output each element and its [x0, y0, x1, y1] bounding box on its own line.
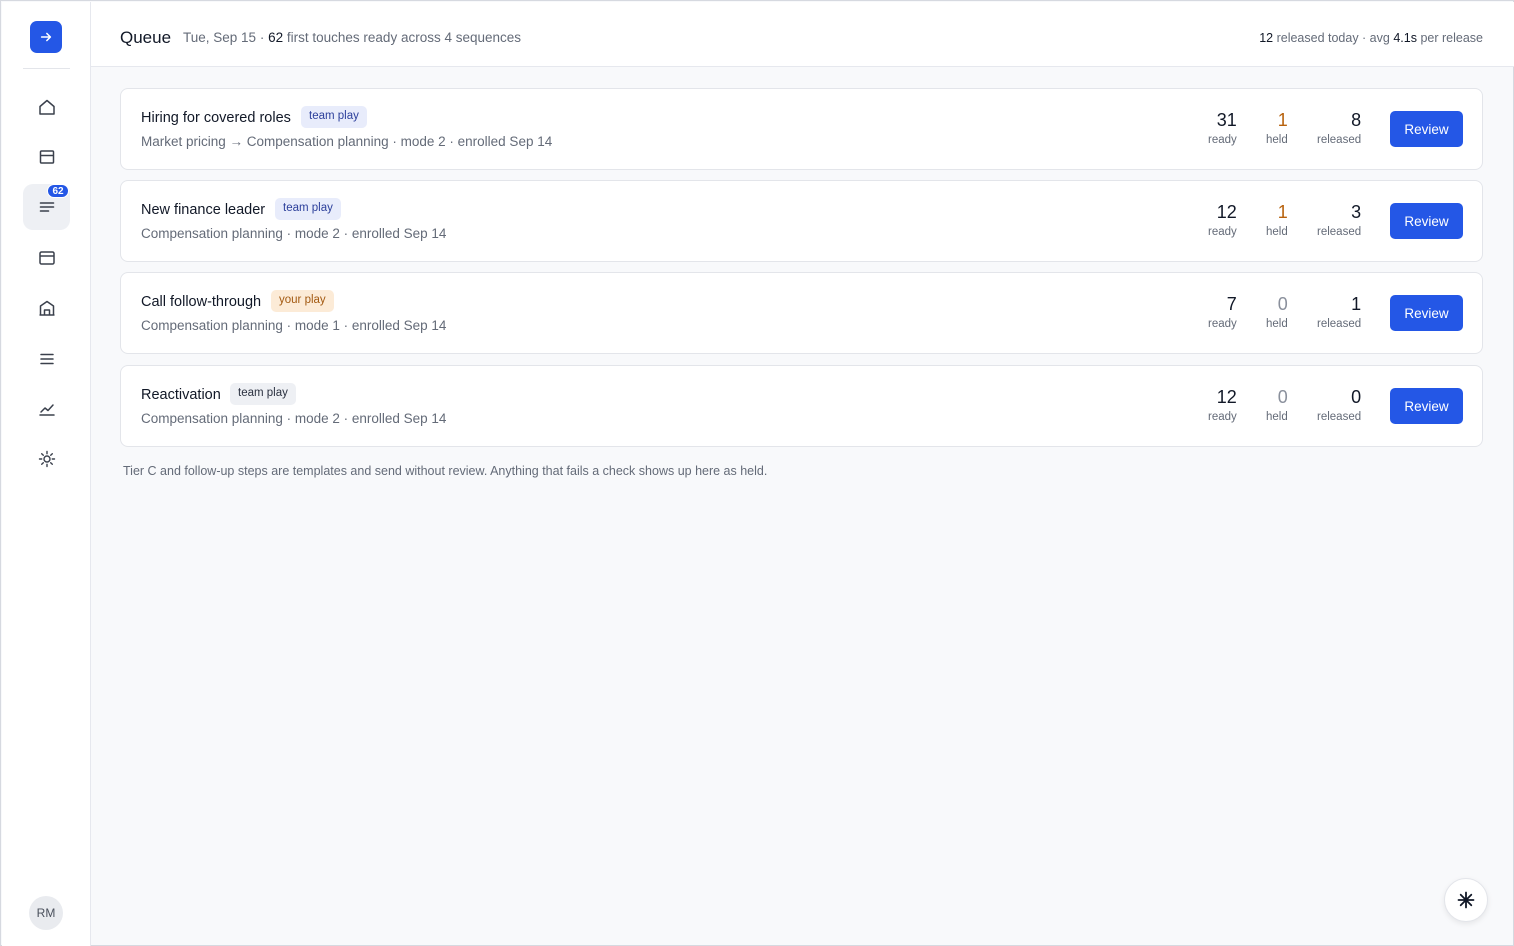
- sequence-card: Reactivation team play Compensation plan…: [120, 365, 1483, 447]
- released-count: 12: [1259, 31, 1274, 45]
- released-stat: 0 released: [1317, 387, 1362, 423]
- menu-icon: [39, 353, 54, 365]
- arrow-right-icon: [40, 32, 52, 42]
- sequence-card: Hiring for covered roles team play Marke…: [120, 88, 1483, 170]
- assistant-button[interactable]: [1444, 878, 1488, 922]
- sidebar-item-settings[interactable]: [23, 436, 70, 482]
- sequence-subtitle: Compensation planning · mode 2 · enrolle…: [141, 411, 447, 426]
- sequence-title: New finance leader: [141, 202, 266, 218]
- release-stats: 12 released today · avg 4.1s per release: [1259, 31, 1483, 45]
- review-button[interactable]: Review: [1390, 388, 1463, 424]
- browser-window-icon: [38, 251, 55, 265]
- home-icon: [38, 99, 55, 115]
- released-stat: 3 released: [1317, 202, 1362, 238]
- sun-gear-icon: [38, 450, 55, 468]
- review-button[interactable]: Review: [1390, 111, 1463, 147]
- released-stat: 8 released: [1317, 110, 1362, 146]
- queue-footnote: Tier C and follow-up steps are templates…: [123, 464, 768, 478]
- building-icon: [39, 300, 54, 316]
- page-header: Queue Tue, Sep 15 · 62 first touches rea…: [91, 2, 1514, 67]
- sidebar-divider: [23, 68, 70, 69]
- play-tag: your play: [271, 290, 334, 312]
- held-stat: 0 held: [1266, 294, 1288, 330]
- sidebar-item-queue[interactable]: 62: [23, 184, 70, 230]
- queue-list-icon: [39, 202, 54, 212]
- held-stat: 1 held: [1266, 110, 1288, 146]
- sparkle-asterisk-icon: [1457, 891, 1475, 909]
- sidebar-item-analytics[interactable]: [23, 386, 70, 432]
- held-stat: 1 held: [1266, 202, 1288, 238]
- ready-stat: 31 ready: [1208, 110, 1237, 146]
- inbox-icon: [39, 150, 54, 164]
- ready-text: first touches ready across 4 sequences: [286, 30, 522, 45]
- play-tag: team play: [230, 383, 296, 405]
- ready-stat: 7 ready: [1208, 294, 1237, 330]
- sidebar: 62 RM: [2, 2, 91, 946]
- header-date: Tue, Sep 15: [183, 30, 257, 45]
- sidebar-item-inbox[interactable]: [23, 134, 70, 180]
- review-button[interactable]: Review: [1390, 295, 1463, 331]
- released-text: released today · avg: [1276, 31, 1390, 45]
- play-tag: team play: [301, 106, 367, 128]
- app-frame: 62 RM Queue Tue, Sep 15 · 62 first touch…: [0, 0, 1514, 946]
- released-stat: 1 released: [1317, 294, 1362, 330]
- page-title: Queue: [120, 28, 172, 47]
- sequence-subtitle: Market pricing → Compensation planning ·…: [141, 134, 553, 149]
- sequence-title: Call follow-through: [141, 294, 262, 310]
- sequence-title: Reactivation: [141, 387, 221, 403]
- logo-button[interactable]: [30, 21, 62, 53]
- sidebar-item-home[interactable]: [23, 84, 70, 130]
- sequence-card: New finance leader team play Compensatio…: [120, 180, 1483, 262]
- sidebar-item-list[interactable]: [23, 336, 70, 382]
- avg-release-time: 4.1s: [1393, 31, 1417, 45]
- user-avatar[interactable]: RM: [29, 896, 63, 930]
- sidebar-item-calendar[interactable]: [23, 235, 70, 281]
- ready-stat: 12 ready: [1208, 202, 1237, 238]
- review-button[interactable]: Review: [1390, 203, 1463, 239]
- sequence-subtitle: Compensation planning · mode 2 · enrolle…: [141, 226, 447, 241]
- trend-chart-icon: [38, 404, 55, 416]
- sidebar-item-accounts[interactable]: [23, 285, 70, 331]
- play-tag: team play: [275, 198, 341, 220]
- ready-count: 62: [268, 30, 284, 45]
- header-summary: Tue, Sep 15 · 62 first touches ready acr…: [183, 30, 522, 45]
- ready-stat: 12 ready: [1208, 387, 1237, 423]
- avg-text: per release: [1420, 31, 1483, 45]
- sequence-subtitle: Compensation planning · mode 1 · enrolle…: [141, 318, 447, 333]
- queue-count-badge: 62: [47, 184, 69, 198]
- sequence-card: Call follow-through your play Compensati…: [120, 272, 1483, 354]
- held-stat: 0 held: [1266, 387, 1288, 423]
- sequence-title: Hiring for covered roles: [141, 110, 291, 126]
